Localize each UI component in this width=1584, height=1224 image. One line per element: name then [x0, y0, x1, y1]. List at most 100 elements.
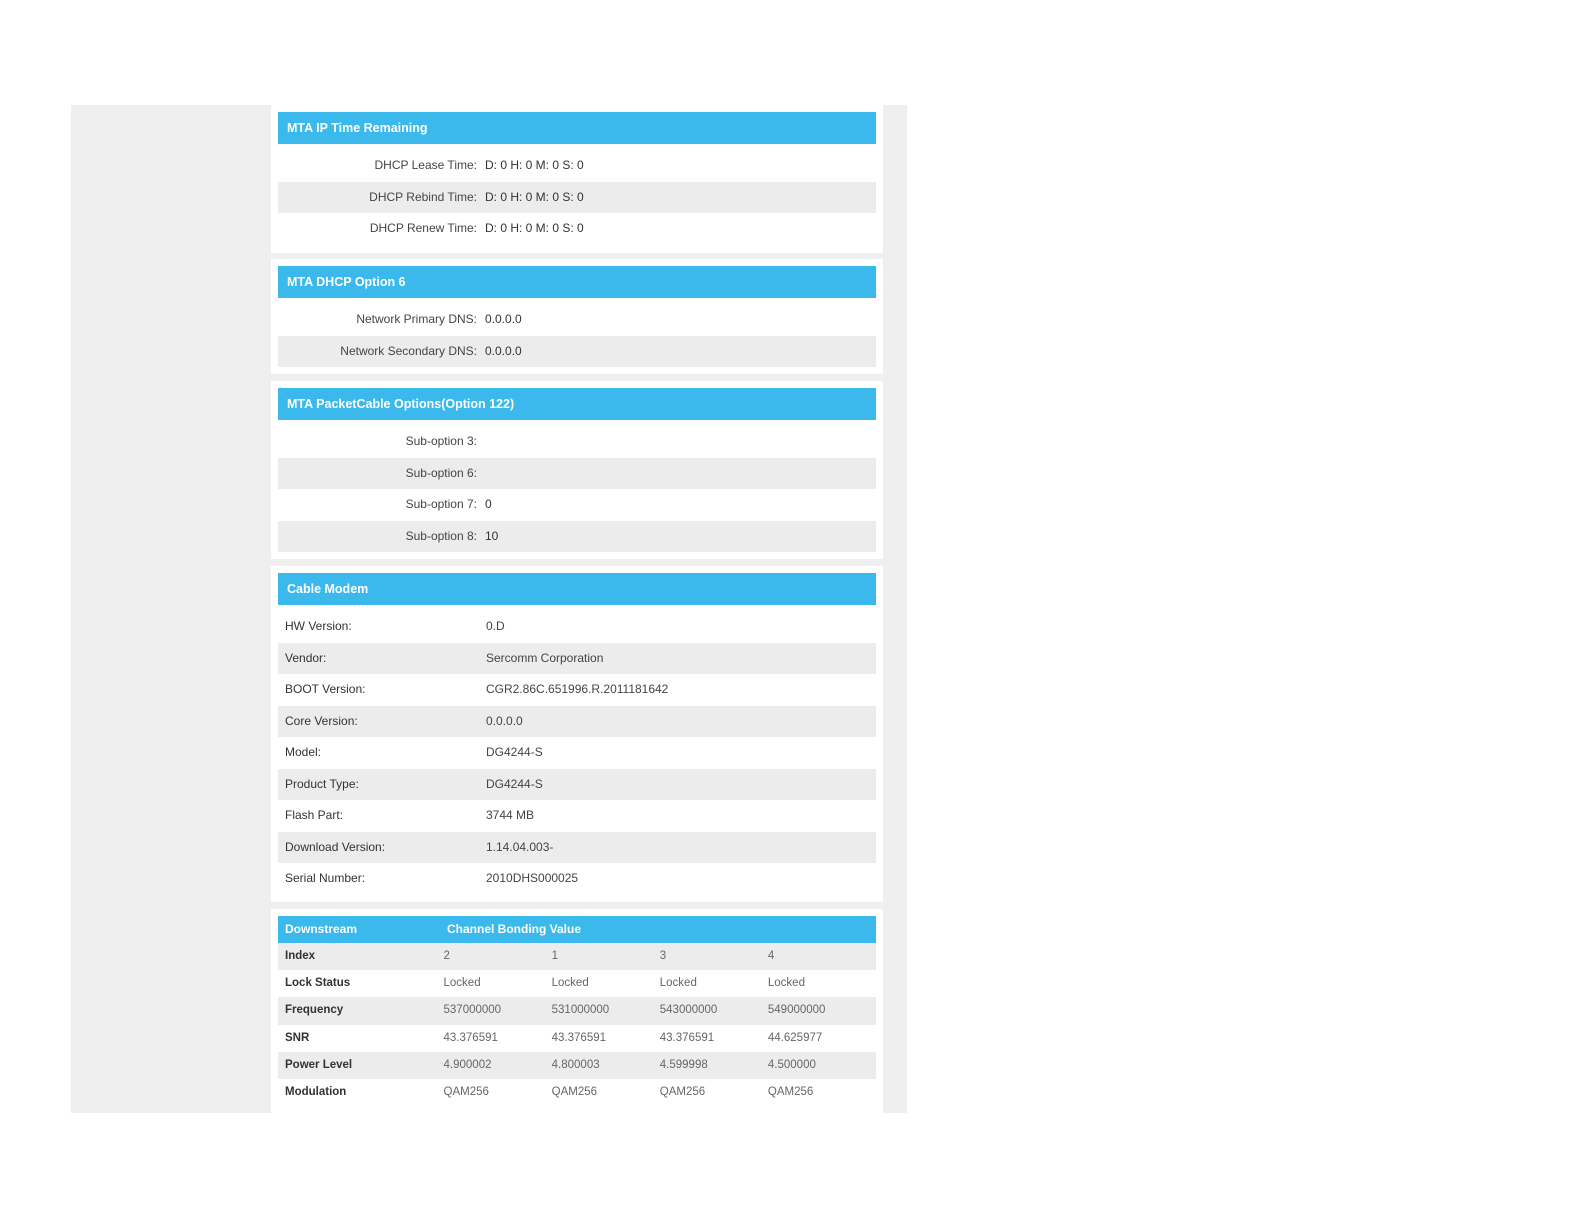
cell: Locked — [443, 977, 481, 990]
row-label: Sub-option 3: — [405, 434, 477, 448]
cell: 43.376591 — [659, 1031, 715, 1044]
row-label: DHCP Renew Time: — [369, 221, 477, 235]
row-value: 0 — [485, 497, 492, 511]
lock-status-row: Lock Status Locked Locked Locked Locked — [278, 970, 876, 997]
row-label: HW Version: — [285, 619, 352, 633]
row-value: 0.D — [486, 619, 505, 633]
product-type-row: Product Type: DG4244-S — [278, 768, 876, 800]
hw-version-row: HW Version: 0.D — [278, 611, 876, 643]
row-value — [477, 458, 485, 490]
row-value: 3744 MB — [486, 808, 535, 822]
dhcp-rebind-time-row: DHCP Rebind Time: D: 0 H: 0 M: 0 S: 0 — [278, 181, 876, 213]
cell: 43.376591 — [443, 1031, 498, 1044]
row-label: DHCP Lease Time: — [374, 158, 478, 172]
cell: QAM256 — [443, 1085, 489, 1098]
row-label: Product Type: — [285, 776, 359, 791]
row-value — [477, 426, 485, 458]
sub-option-8-row: Sub-option 8: 10 — [278, 520, 876, 552]
cable-modem-panel: Cable Modem HW Version: 0.D Vendor: Serc… — [271, 566, 883, 902]
boot-version-row: BOOT Version: CGR2.86C.651996.R.20111816… — [278, 674, 876, 706]
row-label: Power Level — [285, 1058, 353, 1071]
row-label: BOOT Version: — [285, 682, 366, 696]
cell: Locked — [767, 977, 805, 990]
row-label: Index — [285, 950, 316, 962]
mta-dhcp-option6-header: MTA DHCP Option 6 — [278, 266, 876, 298]
row-label: Modulation — [285, 1085, 347, 1098]
cell: 4.599998 — [659, 1058, 708, 1071]
serial-number-row: Serial Number: 2010DHS000025 — [278, 863, 876, 895]
cell: 1 — [551, 950, 559, 962]
cell: QAM256 — [767, 1085, 814, 1098]
row-label: Frequency — [285, 1004, 344, 1017]
cell: 543000000 — [659, 1004, 718, 1017]
vendor-row: Vendor: Sercomm Corporation — [278, 642, 876, 674]
cell: 531000000 — [551, 1004, 610, 1017]
sub-option-6-row: Sub-option 6: — [278, 457, 876, 490]
cable-modem-header: Cable Modem — [278, 573, 876, 605]
row-label: Sub-option 6: — [405, 465, 477, 480]
downstream-title: Downstream — [285, 922, 358, 936]
power-level-row: Power Level 4.900002 4.800003 4.599998 4… — [278, 1051, 876, 1079]
cell: 4.800003 — [551, 1058, 600, 1071]
row-label: Sub-option 8: — [405, 528, 477, 543]
mta-packetcable-panel: MTA PacketCable Options(Option 122) Sub-… — [271, 381, 883, 559]
cell: 4.900002 — [443, 1058, 492, 1071]
row-value: D: 0 H: 0 M: 0 S: 0 — [485, 189, 584, 204]
core-version-row: Core Version: 0.0.0.0 — [278, 705, 876, 737]
downstream-header: Downstream Channel Bonding Value — [278, 916, 876, 943]
secondary-dns-row: Network Secondary DNS: 0.0.0.0 — [278, 335, 876, 367]
cell: 44.625977 — [767, 1031, 823, 1044]
row-label: DHCP Rebind Time: — [369, 189, 477, 204]
mta-ip-time-header: MTA IP Time Remaining — [278, 112, 876, 144]
cell: Locked — [551, 977, 589, 990]
cell: 4.500000 — [767, 1058, 816, 1071]
cell: 2 — [443, 950, 450, 962]
row-label: Network Primary DNS: — [356, 312, 477, 326]
frequency-row: Frequency 537000000 531000000 543000000 … — [278, 997, 876, 1025]
row-value: 10 — [485, 528, 499, 543]
cell: QAM256 — [659, 1085, 706, 1098]
row-label: SNR — [285, 1031, 310, 1044]
modulation-row: Modulation QAM256 QAM256 QAM256 QAM256 — [278, 1079, 876, 1106]
row-label: Model: — [285, 745, 322, 759]
row-value: DG4244-S — [486, 776, 543, 791]
row-label: Sub-option 7: — [405, 497, 477, 511]
index-row: Index 2 1 3 4 — [278, 943, 876, 971]
cell: 537000000 — [443, 1004, 502, 1017]
row-value: 0.0.0.0 — [485, 343, 522, 358]
row-value: 2010DHS000025 — [486, 871, 579, 885]
cell: Locked — [659, 977, 697, 990]
row-value: CGR2.86C.651996.R.2011181642 — [486, 682, 669, 696]
channel-bonding-title: Channel Bonding Value — [447, 922, 582, 936]
row-label: Flash Part: — [285, 808, 344, 822]
row-label: Download Version: — [285, 839, 386, 854]
row-label: Vendor: — [285, 650, 327, 665]
flash-part-row: Flash Part: 3744 MB — [278, 800, 876, 832]
row-value: DG4244-S — [486, 745, 543, 759]
row-label: Lock Status — [285, 977, 351, 990]
mta-packetcable-header: MTA PacketCable Options(Option 122) — [278, 388, 876, 420]
download-version-row: Download Version: 1.14.04.003- — [278, 831, 876, 863]
row-value: 0.0.0.0 — [486, 713, 523, 728]
sub-option-3-row: Sub-option 3: — [278, 426, 876, 458]
primary-dns-row: Network Primary DNS: 0.0.0.0 — [278, 304, 876, 336]
cell: 4 — [767, 950, 775, 962]
mta-ip-time-panel: MTA IP Time Remaining DHCP Lease Time: D… — [271, 105, 883, 253]
sub-option-7-row: Sub-option 7: 0 — [278, 489, 876, 521]
row-value: D: 0 H: 0 M: 0 S: 0 — [485, 221, 584, 235]
dhcp-renew-time-row: DHCP Renew Time: D: 0 H: 0 M: 0 S: 0 — [278, 213, 876, 245]
row-label: Serial Number: — [285, 871, 366, 885]
row-value: 0.0.0.0 — [485, 312, 522, 326]
snr-row: SNR 43.376591 43.376591 43.376591 44.625… — [278, 1025, 876, 1052]
row-value: Sercomm Corporation — [486, 650, 604, 665]
cell: QAM256 — [551, 1085, 598, 1098]
downstream-panel: Downstream Channel Bonding Value Index 2… — [271, 909, 883, 1113]
cell: 43.376591 — [551, 1031, 607, 1044]
row-value: D: 0 H: 0 M: 0 S: 0 — [485, 158, 584, 172]
row-label: Network Secondary DNS: — [340, 343, 477, 358]
cell: 3 — [659, 950, 667, 962]
model-row: Model: DG4244-S — [278, 737, 876, 769]
mta-dhcp-option6-panel: MTA DHCP Option 6 Network Primary DNS: 0… — [271, 259, 883, 374]
cell: 549000000 — [767, 1004, 826, 1017]
row-value: 1.14.04.003- — [486, 839, 554, 854]
